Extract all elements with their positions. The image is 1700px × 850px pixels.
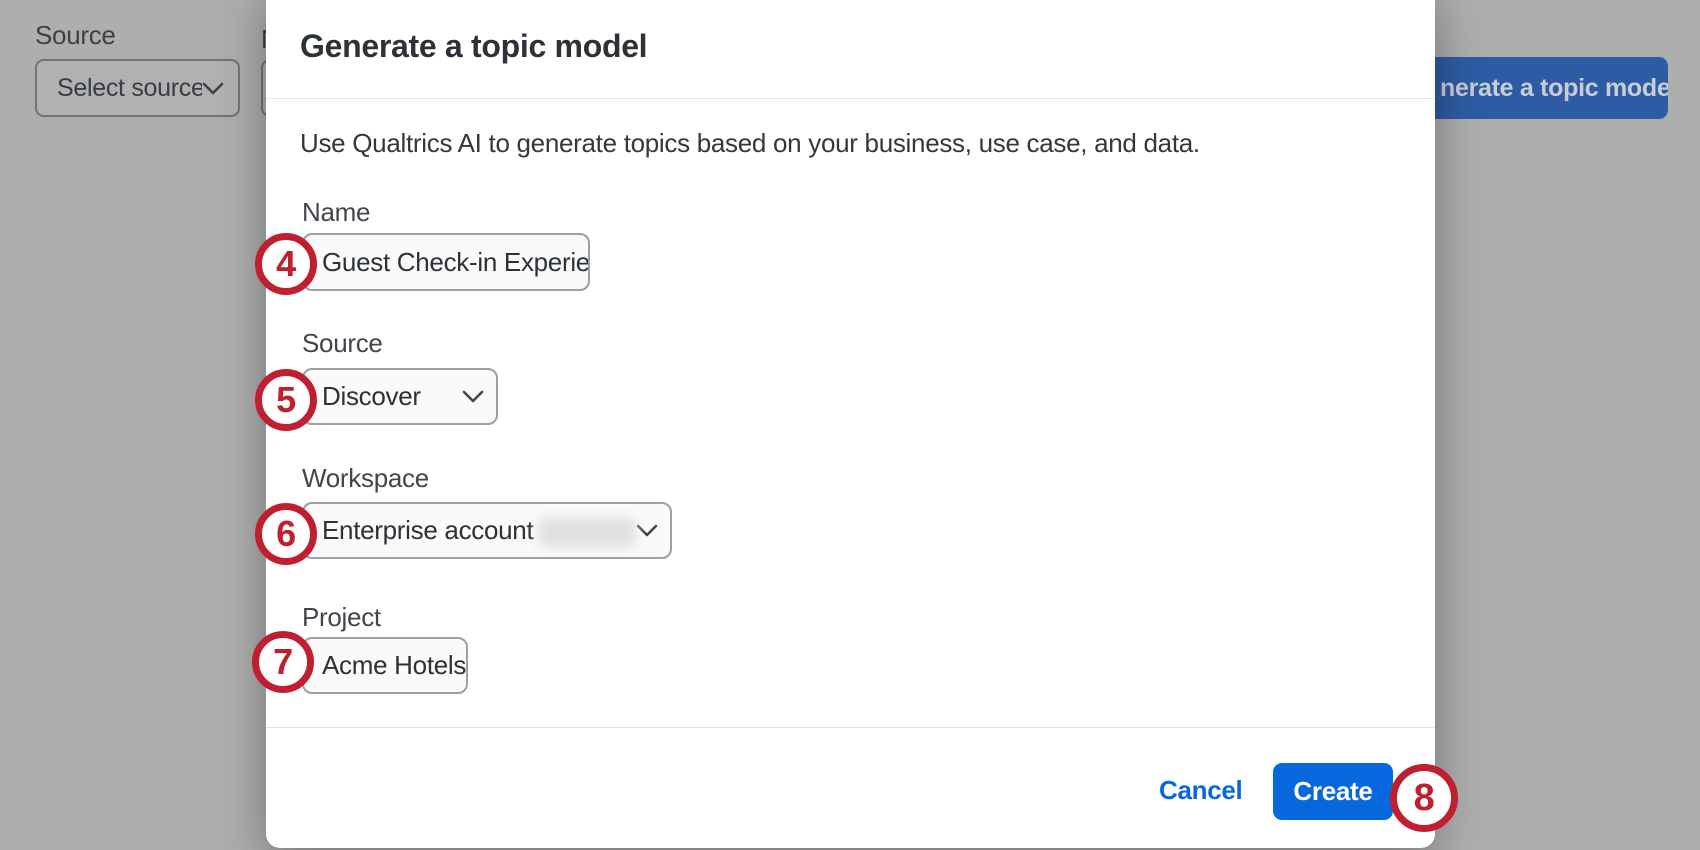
header-divider bbox=[266, 98, 1435, 99]
annotation-step-7: 7 bbox=[252, 631, 314, 693]
chevron-down-icon bbox=[636, 524, 658, 537]
annotation-step-4: 4 bbox=[255, 233, 317, 295]
generate-topic-model-dialog: Generate a topic model Use Qualtrics AI … bbox=[266, 0, 1435, 848]
screen: Source Select source N nerate a topic mo… bbox=[0, 0, 1700, 850]
create-button-label: Create bbox=[1293, 776, 1372, 807]
cancel-button[interactable]: Cancel bbox=[1159, 762, 1242, 819]
background-generate-topic-model-button-label: nerate a topic model bbox=[1440, 74, 1668, 103]
workspace-dropdown-value: Enterprise account bbox=[322, 515, 533, 546]
chevron-down-icon bbox=[466, 659, 468, 672]
source-dropdown[interactable]: Discover bbox=[302, 368, 498, 425]
redacted-text-blur bbox=[538, 517, 636, 548]
annotation-step-8: 8 bbox=[1390, 764, 1458, 832]
dialog-description: Use Qualtrics AI to generate topics base… bbox=[300, 128, 1200, 159]
annotation-step-5: 5 bbox=[255, 369, 317, 431]
background-select-source-value: Select source bbox=[57, 74, 202, 103]
source-dropdown-value: Discover bbox=[322, 381, 421, 412]
annotation-step-6: 6 bbox=[255, 503, 317, 565]
project-dropdown-value: Acme Hotels bbox=[322, 650, 466, 681]
workspace-label: Workspace bbox=[302, 463, 429, 494]
project-label: Project bbox=[302, 602, 381, 633]
dialog-title: Generate a topic model bbox=[300, 28, 647, 65]
project-dropdown[interactable]: Acme Hotels bbox=[302, 637, 468, 694]
name-input-value: Guest Check-in Experie bbox=[322, 247, 590, 278]
chevron-down-icon bbox=[462, 390, 484, 403]
footer-divider bbox=[266, 727, 1435, 728]
create-button[interactable]: Create bbox=[1273, 763, 1393, 820]
name-label: Name bbox=[302, 197, 370, 228]
background-source-label: Source bbox=[35, 20, 116, 51]
chevron-down-icon bbox=[202, 82, 224, 95]
background-select-source-dropdown: Select source bbox=[35, 59, 240, 117]
name-input[interactable]: Guest Check-in Experie bbox=[302, 233, 590, 291]
workspace-dropdown[interactable]: Enterprise account bbox=[302, 502, 672, 559]
source-label: Source bbox=[302, 328, 383, 359]
